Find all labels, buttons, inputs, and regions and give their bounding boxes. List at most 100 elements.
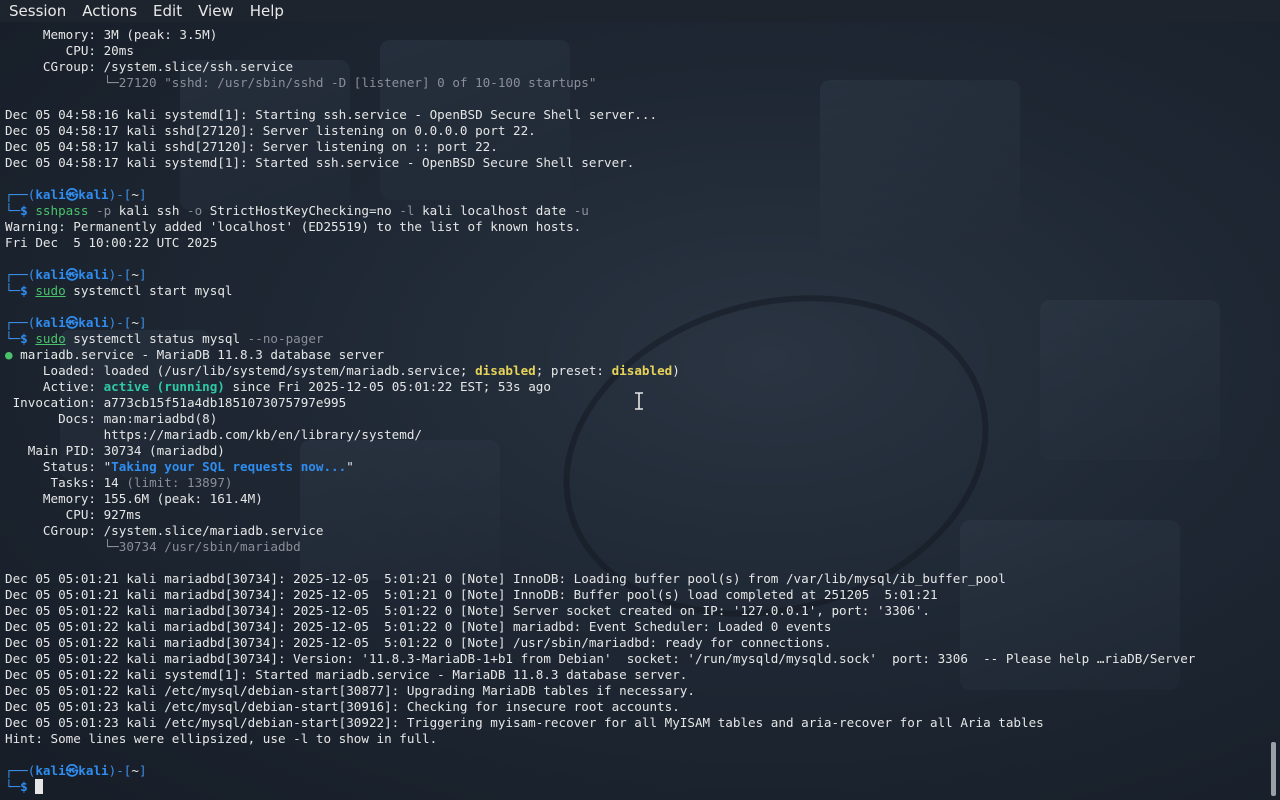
terminal-line: Tasks: 14 (limit: 13897) bbox=[5, 475, 1267, 491]
service-status-text: Taking your SQL requests now... bbox=[111, 459, 347, 474]
unit-title: mariadb.service - MariaDB 11.8.3 databas… bbox=[12, 347, 385, 362]
prompt-dollar: $ bbox=[20, 203, 36, 218]
terminal-text: Dec 05 05:01:22 kali /etc/mysql/debian-s… bbox=[5, 683, 695, 698]
prompt-frame: ┌──( bbox=[5, 267, 36, 282]
menu-session[interactable]: Session bbox=[0, 2, 73, 20]
terminal-line: Main PID: 30734 (mariadbd) bbox=[5, 443, 1267, 459]
prompt-host: kali bbox=[78, 267, 109, 282]
terminal-line: └─30734 /usr/sbin/mariadbd bbox=[5, 539, 1267, 555]
terminal-text: Dec 05 05:01:22 kali mariadbd[30734]: 20… bbox=[5, 603, 931, 618]
terminal-line: CPU: 20ms bbox=[5, 43, 1267, 59]
terminal-text: Dec 05 04:58:17 kali sshd[27120]: Server… bbox=[5, 139, 498, 154]
terminal-text: Dec 05 04:58:17 kali sshd[27120]: Server… bbox=[5, 123, 536, 138]
prompt-dollar: $ bbox=[20, 283, 36, 298]
prompt-at: ㉿ bbox=[65, 763, 79, 778]
terminal-text: CGroup: /system.slice/ssh.service bbox=[5, 59, 294, 74]
terminal-line: CGroup: /system.slice/mariadb.service bbox=[5, 523, 1267, 539]
prompt-at: ㉿ bbox=[65, 187, 79, 202]
terminal-text: Dec 05 05:01:21 kali mariadbd[30734]: 20… bbox=[5, 571, 1006, 586]
command-args: StrictHostKeyChecking=no bbox=[202, 203, 400, 218]
menu-bar: Session Actions Edit View Help bbox=[0, 0, 1280, 22]
prompt-user: kali bbox=[35, 267, 66, 282]
prompt-frame: )-[ bbox=[108, 267, 132, 282]
terminal-line: Status: "Taking your SQL requests now...… bbox=[5, 459, 1267, 475]
text-cursor-icon bbox=[635, 392, 643, 410]
command-args: systemctl status mysql bbox=[65, 331, 248, 346]
command-args: kali localhost date bbox=[414, 203, 574, 218]
terminal-line: ┌──(kali㉿kali)-[~] bbox=[5, 267, 1267, 283]
prompt-frame: )-[ bbox=[108, 187, 132, 202]
terminal-text: Docs: man:mariadbd(8) bbox=[5, 411, 218, 426]
prompt-frame: ] bbox=[138, 763, 147, 778]
prompt-user: kali bbox=[35, 315, 66, 330]
terminal-cursor bbox=[35, 779, 44, 794]
prompt-at: ㉿ bbox=[65, 315, 79, 330]
terminal-line: ┌──(kali㉿kali)-[~] bbox=[5, 315, 1267, 331]
terminal-text: ) bbox=[672, 363, 680, 378]
terminal-line: Dec 05 05:01:22 kali mariadbd[30734]: Ve… bbox=[5, 651, 1267, 667]
prompt-dir: ~ bbox=[131, 763, 139, 778]
terminal-line: ● mariadb.service - MariaDB 11.8.3 datab… bbox=[5, 347, 1267, 363]
prompt-frame: ] bbox=[138, 267, 147, 282]
terminal-line: Hint: Some lines were ellipsized, use -l… bbox=[5, 731, 1267, 747]
command-flag: --no-pager bbox=[247, 331, 324, 346]
menu-help[interactable]: Help bbox=[241, 2, 291, 20]
terminal-text: Status: " bbox=[5, 459, 112, 474]
prompt-host: kali bbox=[78, 187, 109, 202]
prompt-dollar: $ bbox=[20, 779, 36, 794]
prompt-user: kali bbox=[35, 763, 66, 778]
prompt-frame: ┌──( bbox=[5, 763, 36, 778]
command-flag: -u bbox=[573, 203, 589, 218]
terminal-line: Warning: Permanently added 'localhost' (… bbox=[5, 219, 1267, 235]
terminal-line: Dec 05 05:01:23 kali /etc/mysql/debian-s… bbox=[5, 699, 1267, 715]
prompt-host: kali bbox=[78, 315, 109, 330]
terminal-output[interactable]: Memory: 3M (peak: 3.5M) CPU: 20ms CGroup… bbox=[5, 27, 1267, 797]
menu-view[interactable]: View bbox=[189, 2, 241, 20]
terminal-text: Dec 05 05:01:22 kali mariadbd[30734]: Ve… bbox=[5, 651, 1196, 666]
terminal-text: Loaded: loaded (/usr/lib/systemd/system/… bbox=[5, 363, 476, 378]
terminal-line: └─$ sshpass -p kali ssh -o StrictHostKey… bbox=[5, 203, 1267, 219]
terminal-line: ┌──(kali㉿kali)-[~] bbox=[5, 763, 1267, 779]
terminal-line: CGroup: /system.slice/ssh.service bbox=[5, 59, 1267, 75]
prompt-arrow: └─ bbox=[5, 779, 21, 794]
command-name: sshpass bbox=[35, 203, 89, 218]
terminal-line: Fri Dec 5 10:00:22 UTC 2025 bbox=[5, 235, 1267, 251]
process-tree: └─30734 /usr/sbin/mariadbd bbox=[103, 539, 301, 554]
terminal-text: Active: bbox=[5, 379, 104, 394]
terminal-text: since Fri 2025-12-05 05:01:22 EST; 53s a… bbox=[224, 379, 551, 394]
terminal-text: Memory: 155.6M (peak: 161.4M) bbox=[5, 491, 263, 506]
terminal-line: CPU: 927ms bbox=[5, 507, 1267, 523]
tasks-limit: (limit: 13897) bbox=[126, 475, 233, 490]
terminal-line: Dec 05 04:58:17 kali sshd[27120]: Server… bbox=[5, 123, 1267, 139]
terminal-text: Dec 05 04:58:17 kali systemd[1]: Started… bbox=[5, 155, 635, 170]
prompt-frame: ┌──( bbox=[5, 315, 36, 330]
status-dot-icon: ● bbox=[5, 347, 13, 362]
terminal-line: └─27120 "sshd: /usr/sbin/sshd -D [listen… bbox=[5, 75, 1267, 91]
terminal-line: Loaded: loaded (/usr/lib/systemd/system/… bbox=[5, 363, 1267, 379]
terminal-line: Docs: man:mariadbd(8) bbox=[5, 411, 1267, 427]
command-sudo: sudo bbox=[35, 283, 66, 298]
prompt-arrow: └─ bbox=[5, 331, 21, 346]
prompt-at: ㉿ bbox=[65, 267, 79, 282]
terminal-text: ; preset: bbox=[535, 363, 612, 378]
command-args: kali ssh bbox=[111, 203, 187, 218]
terminal-text: Dec 05 05:01:21 kali mariadbd[30734]: 20… bbox=[5, 587, 938, 602]
terminal-scrollbar[interactable] bbox=[1271, 742, 1276, 796]
terminal-text: https://mariadb.com/kb/en/library/system… bbox=[5, 427, 423, 442]
menu-edit[interactable]: Edit bbox=[144, 2, 189, 20]
terminal-line: └─$ sudo systemctl start mysql bbox=[5, 283, 1267, 299]
prompt-frame: )-[ bbox=[108, 763, 132, 778]
prompt-frame: ] bbox=[138, 315, 147, 330]
menu-actions[interactable]: Actions bbox=[73, 2, 144, 20]
prompt-dollar: $ bbox=[20, 331, 36, 346]
terminal-text: Hint: Some lines were ellipsized, use -l… bbox=[5, 731, 438, 746]
terminal-text: Memory: 3M (peak: 3.5M) bbox=[5, 27, 218, 42]
terminal-line: Dec 05 04:58:16 kali systemd[1]: Startin… bbox=[5, 107, 1267, 123]
terminal-line: Dec 05 05:01:22 kali systemd[1]: Started… bbox=[5, 667, 1267, 683]
status-active: active (running) bbox=[103, 379, 225, 394]
terminal-line: Dec 05 05:01:21 kali mariadbd[30734]: 20… bbox=[5, 571, 1267, 587]
command-sudo: sudo bbox=[35, 331, 66, 346]
